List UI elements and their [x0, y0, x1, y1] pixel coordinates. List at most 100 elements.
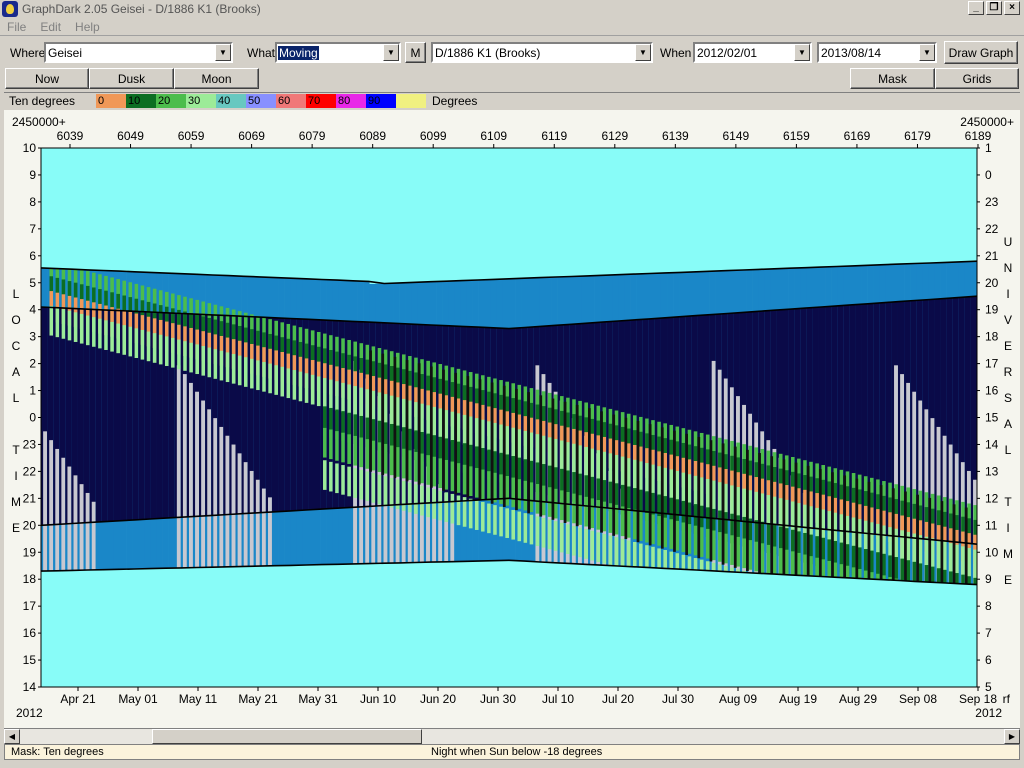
right-hour-label: 1 — [985, 141, 992, 155]
menu-help[interactable]: Help — [68, 20, 107, 34]
scroll-right-icon[interactable]: ▶ — [1004, 729, 1020, 744]
mask-button[interactable]: Mask — [850, 68, 935, 89]
altitude-bar — [353, 435, 358, 466]
altitude-bar — [815, 507, 819, 538]
now-button[interactable]: Now — [5, 68, 89, 89]
date-tick-label: Jul 30 — [662, 692, 694, 706]
stripe-bar — [636, 420, 640, 543]
stripe-bar — [442, 369, 445, 491]
moonlight-bar — [207, 409, 212, 568]
altitude-bar — [55, 307, 60, 338]
title-bar: GraphDark 2.05 Geisei - D/1886 K1 (Brook… — [0, 0, 1024, 18]
scroll-thumb[interactable] — [152, 729, 422, 744]
altitude-bar — [705, 479, 710, 509]
mode-toolbar: Now Dusk Moon Mask Grids — [0, 68, 1024, 90]
altitude-bar — [292, 370, 297, 400]
altitude-bar — [323, 427, 327, 458]
jd-tick-label: 6179 — [904, 129, 931, 143]
menu-file[interactable]: File — [0, 20, 33, 34]
left-hour-label: 7 — [29, 222, 36, 236]
stripe-bar — [964, 507, 968, 585]
altitude-bar — [833, 512, 838, 543]
altitude-bar — [809, 506, 813, 536]
altitude-bar — [803, 504, 807, 535]
altitude-bar — [712, 562, 716, 571]
altitude-bar — [590, 448, 595, 479]
altitude-bar — [705, 561, 710, 571]
chevron-down-icon[interactable]: ▼ — [383, 44, 399, 61]
minimize-button[interactable]: _ — [968, 1, 984, 15]
restore-button[interactable]: ❐ — [986, 1, 1002, 15]
draw-graph-button[interactable]: Draw Graph — [944, 41, 1018, 64]
date-tick-label: May 31 — [298, 692, 338, 706]
status-night: Night when Sun below -18 degrees — [431, 746, 603, 758]
altitude-bar — [371, 390, 376, 421]
altitude-bar — [882, 525, 886, 556]
altitude-bar — [924, 565, 929, 583]
altitude-bar — [632, 459, 637, 490]
right-axis-title-char: U — [1004, 235, 1013, 249]
altitude-bar — [924, 536, 929, 567]
altitude-bar — [201, 345, 206, 376]
stripe-bar — [697, 436, 701, 559]
legend-swatch: 90 — [366, 94, 396, 108]
altitude-bar — [438, 490, 443, 521]
what-select[interactable]: Moving ▼ — [275, 42, 401, 63]
chevron-down-icon[interactable]: ▼ — [794, 44, 810, 61]
menu-edit[interactable]: Edit — [33, 20, 68, 34]
altitude-bar — [657, 516, 661, 546]
moon-button[interactable]: Moon — [174, 68, 259, 89]
dusk-button[interactable]: Dusk — [89, 68, 174, 89]
stripe-bar — [782, 459, 786, 575]
altitude-bar — [584, 529, 589, 559]
altitude-bar — [426, 405, 430, 435]
moonlight-bar — [176, 365, 181, 569]
chevron-down-icon[interactable]: ▼ — [635, 44, 651, 61]
altitude-bar — [699, 477, 704, 508]
altitude-bar — [73, 312, 78, 342]
altitude-bar — [158, 334, 163, 365]
horizontal-scrollbar[interactable]: ◀ ▶ — [4, 728, 1020, 744]
what-label: What — [247, 46, 276, 60]
altitude-bar — [517, 479, 522, 509]
grids-button[interactable]: Grids — [935, 68, 1019, 89]
altitude-bar — [827, 560, 832, 577]
altitude-bar — [110, 321, 114, 352]
scroll-left-icon[interactable]: ◀ — [4, 729, 20, 744]
year-left: 2012 — [16, 706, 43, 720]
altitude-bar — [669, 469, 674, 500]
altitude-bar — [955, 544, 959, 575]
altitude-bar — [724, 533, 728, 564]
altitude-bar — [474, 500, 479, 530]
moonlight-bar — [61, 457, 66, 571]
altitude-bar — [894, 528, 898, 559]
legend-swatch: 50 — [246, 94, 276, 108]
m-button[interactable]: M — [405, 42, 426, 63]
chevron-down-icon[interactable]: ▼ — [919, 44, 935, 61]
altitude-bar — [474, 467, 479, 498]
stripe-bar — [588, 408, 591, 530]
altitude-bar — [651, 514, 655, 545]
where-select[interactable]: Geisei ▼ — [44, 42, 233, 63]
right-hour-label: 19 — [985, 303, 999, 317]
altitude-bar — [815, 557, 819, 577]
altitude-bar — [602, 501, 607, 532]
altitude-bar — [797, 552, 801, 576]
altitude-bar — [675, 471, 680, 501]
moonlight-bar — [49, 440, 54, 571]
stripe-bar — [600, 411, 603, 533]
left-hour-label: 2 — [29, 357, 36, 371]
object-select[interactable]: D/1886 K1 (Brooks) ▼ — [431, 42, 653, 63]
altitude-bar — [487, 471, 491, 501]
date-to-select[interactable]: 2013/08/14 ▼ — [817, 42, 937, 63]
chevron-down-icon[interactable]: ▼ — [215, 44, 231, 61]
altitude-bar — [541, 517, 546, 548]
altitude-bar — [906, 560, 911, 582]
altitude-bar — [626, 458, 631, 488]
left-hour-label: 16 — [23, 626, 37, 640]
close-button[interactable]: × — [1004, 1, 1020, 15]
altitude-bar — [949, 571, 953, 584]
altitude-bar — [377, 474, 382, 505]
date-tick-label: Jun 10 — [360, 692, 396, 706]
date-from-select[interactable]: 2012/02/01 ▼ — [693, 42, 812, 63]
